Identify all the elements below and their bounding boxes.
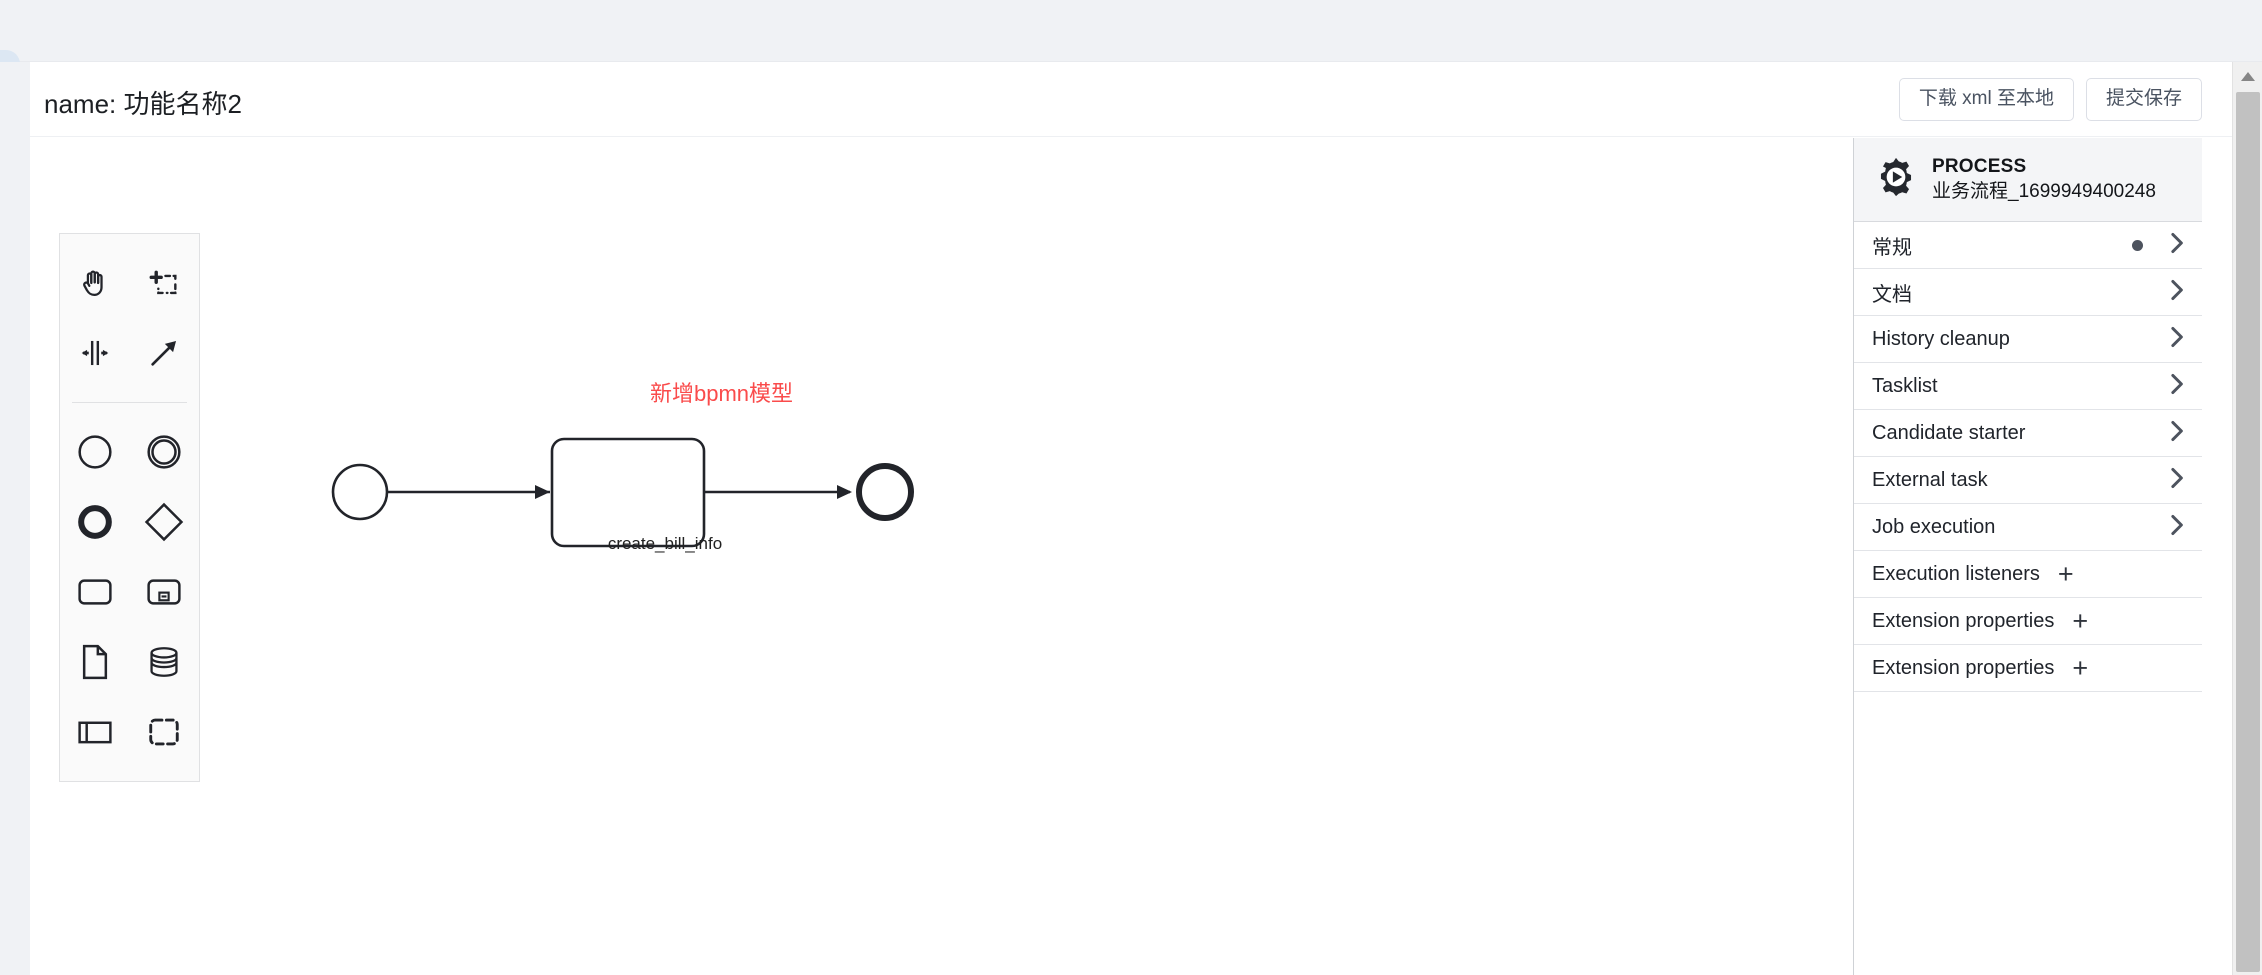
task-icon[interactable]	[60, 557, 130, 627]
prop-group-general[interactable]: 常规	[1854, 222, 2202, 269]
status-dot	[2132, 239, 2143, 251]
process-gear-play-icon	[1874, 155, 1918, 204]
page-scrollbar[interactable]	[2232, 62, 2262, 975]
prop-group-extension-properties-1[interactable]: Extension properties +	[1854, 598, 2202, 645]
gateway-icon[interactable]	[130, 487, 200, 557]
prop-group-label: Extension properties	[1872, 656, 2055, 679]
palette-elements-group	[60, 417, 199, 767]
prop-group-tasklist[interactable]: Tasklist	[1854, 363, 2202, 410]
lasso-tool-icon[interactable]	[130, 248, 200, 318]
participant-icon[interactable]	[60, 697, 130, 767]
space-tool-icon[interactable]	[60, 318, 130, 388]
card-header: name: 功能名称2 下载 xml 至本地 提交保存	[30, 62, 2232, 137]
header-actions: 下载 xml 至本地 提交保存	[1898, 78, 2202, 121]
prop-row-actions	[2132, 232, 2184, 259]
properties-element-name: 业务流程_1699949400248	[1932, 180, 2156, 202]
content-card: name: 功能名称2 下载 xml 至本地 提交保存 新增bpmn模型 cre…	[30, 62, 2232, 975]
prop-row-actions	[2169, 467, 2184, 494]
start-event-icon[interactable]	[60, 417, 130, 487]
prop-group-execution-listeners[interactable]: Execution listeners +	[1854, 551, 2202, 598]
palette-separator	[72, 402, 187, 403]
prop-group-job-execution[interactable]: Job execution	[1854, 504, 2202, 551]
prop-row-actions	[2169, 420, 2184, 447]
prop-group-label: External task	[1872, 468, 1988, 491]
add-extension-property-button-1[interactable]: +	[2072, 607, 2088, 635]
properties-panel-header: PROCESS 业务流程_1699949400248	[1854, 138, 2202, 222]
chevron-right-icon[interactable]	[2169, 514, 2184, 541]
add-extension-property-button-2[interactable]: +	[2072, 654, 2088, 682]
prop-group-label: History cleanup	[1872, 327, 2010, 350]
prop-group-label: 常规	[1872, 236, 1912, 259]
bpmn-modeler-app: name: 功能名称2 下载 xml 至本地 提交保存 新增bpmn模型 cre…	[0, 0, 2262, 975]
chevron-right-icon[interactable]	[2169, 467, 2184, 494]
scrollbar-thumb[interactable]	[2236, 92, 2260, 972]
prop-row-actions	[2169, 326, 2184, 353]
subprocess-icon[interactable]	[130, 557, 200, 627]
bpmn-canvas[interactable]: 新增bpmn模型 create_bill_info	[30, 138, 1853, 975]
prop-row-actions	[2169, 279, 2184, 306]
task-label: create_bill_info	[607, 534, 723, 553]
properties-group-list: 常规 文档 History cleanup Tasklist Candidate…	[1854, 222, 2202, 692]
properties-titles: PROCESS 业务流程_1699949400248	[1932, 155, 2156, 204]
bpmn-palette	[59, 233, 200, 782]
chevron-right-icon[interactable]	[2169, 232, 2184, 259]
properties-kind: PROCESS	[1932, 155, 2027, 177]
prop-group-label: Tasklist	[1872, 374, 1938, 397]
prop-group-candidate-starter[interactable]: Candidate starter	[1854, 410, 2202, 457]
prop-row-actions	[2169, 514, 2184, 541]
data-store-icon[interactable]	[130, 627, 200, 697]
add-execution-listener-button[interactable]: +	[2058, 560, 2074, 588]
hand-tool-icon[interactable]	[60, 248, 130, 318]
prop-group-documentation[interactable]: 文档	[1854, 269, 2202, 316]
data-object-icon[interactable]	[60, 627, 130, 697]
intermediate-event-icon[interactable]	[130, 417, 200, 487]
prop-group-history-cleanup[interactable]: History cleanup	[1854, 316, 2202, 363]
prop-group-label: Candidate starter	[1872, 421, 2026, 444]
download-xml-button[interactable]: 下载 xml 至本地	[1898, 78, 2074, 121]
prop-row-actions	[2169, 373, 2184, 400]
page-title: name: 功能名称2	[44, 89, 242, 119]
scroll-up-arrow-icon[interactable]	[2233, 62, 2262, 90]
chevron-right-icon[interactable]	[2169, 279, 2184, 306]
submit-save-button[interactable]: 提交保存	[2085, 78, 2202, 121]
palette-tools-group	[60, 248, 199, 388]
prop-group-label: 文档	[1872, 283, 1912, 306]
prop-group-label: Job execution	[1872, 515, 1996, 538]
properties-panel: PROCESS 业务流程_1699949400248 常规 文档 History…	[1853, 138, 2202, 975]
prop-group-label: Execution listeners	[1872, 562, 2040, 585]
canvas-annotation: 新增bpmn模型	[650, 381, 794, 406]
bpmn-diagram	[331, 437, 914, 548]
top-strip	[0, 0, 2262, 62]
prop-group-label: Extension properties	[1872, 609, 2055, 632]
chevron-right-icon[interactable]	[2169, 326, 2184, 353]
global-connect-tool-icon[interactable]	[130, 318, 200, 388]
left-gutter	[0, 62, 30, 975]
group-icon[interactable]	[130, 697, 200, 767]
chevron-right-icon[interactable]	[2169, 420, 2184, 447]
prop-group-extension-properties-2[interactable]: Extension properties +	[1854, 645, 2202, 692]
prop-group-external-task[interactable]: External task	[1854, 457, 2202, 504]
chevron-right-icon[interactable]	[2169, 373, 2184, 400]
end-event-icon[interactable]	[60, 487, 130, 557]
